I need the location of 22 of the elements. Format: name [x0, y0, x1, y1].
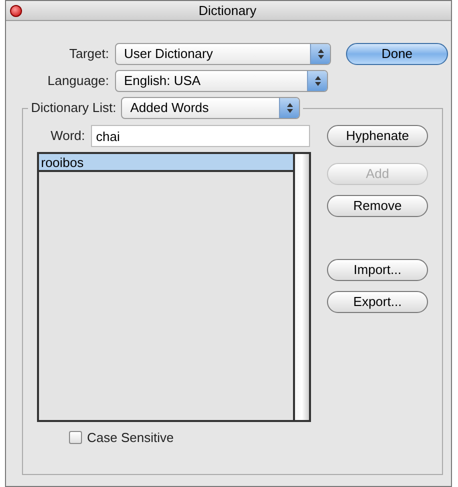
dialog-button[interactable]: Import...: [327, 259, 428, 281]
word-label: Word:: [50, 127, 85, 146]
stepper-icon: [316, 48, 324, 60]
dictionary-list-label: Dictionary List:: [31, 99, 116, 118]
target-popup[interactable]: User Dictionary: [115, 43, 331, 65]
stepper-icon: [314, 75, 322, 87]
window-title: Dictionary: [198, 2, 258, 20]
dialog-button[interactable]: Remove: [327, 195, 428, 217]
dictionary-list-popup[interactable]: Added Words: [121, 97, 300, 119]
word-list-item[interactable]: rooibos: [39, 154, 293, 172]
stepper-icon: [286, 102, 294, 114]
language-label: Language:: [46, 72, 109, 90]
case-sensitive-checkbox[interactable]: [69, 431, 82, 444]
dialog-button[interactable]: Hyphenate: [327, 125, 428, 147]
case-sensitive-label: Case Sensitive: [87, 429, 174, 447]
scrollbar[interactable]: [293, 154, 309, 420]
target-label: Target:: [68, 45, 109, 64]
word-field[interactable]: chai: [91, 125, 310, 147]
done-button[interactable]: Done: [346, 43, 448, 65]
dialog-button[interactable]: Export...: [327, 291, 428, 313]
language-popup[interactable]: English: USA: [115, 70, 328, 92]
close-button[interactable]: [10, 4, 22, 16]
